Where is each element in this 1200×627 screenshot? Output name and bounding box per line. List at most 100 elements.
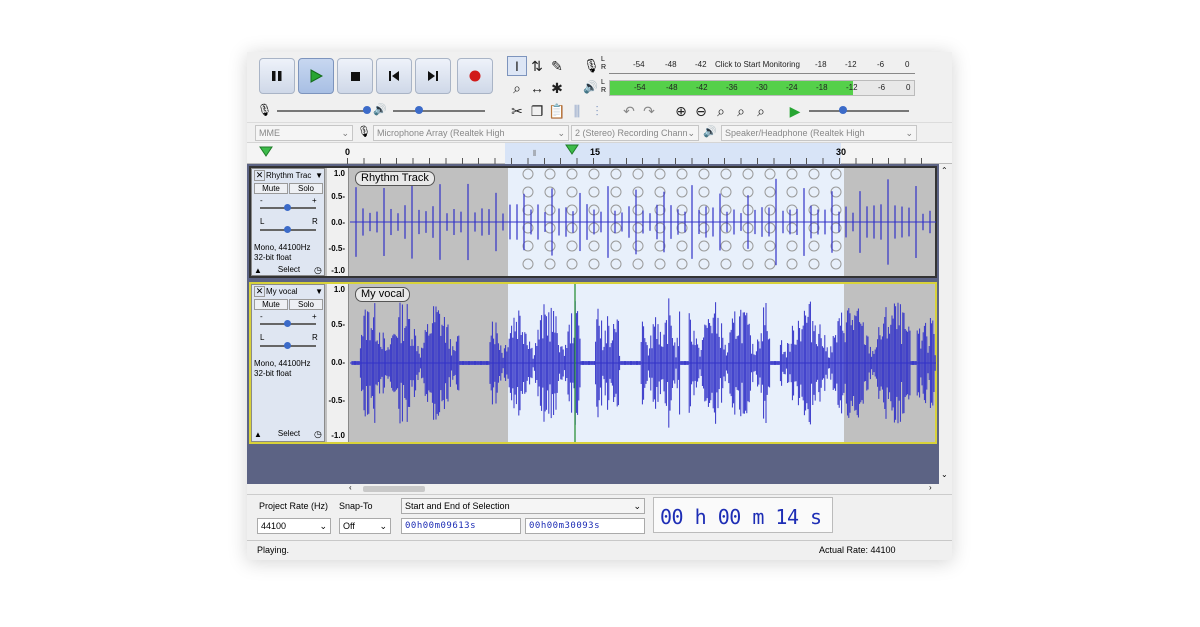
- play-meter[interactable]: -54 -48 -42 -36 -30 -24 -18 -12 -6 0: [609, 80, 915, 96]
- gain-slider[interactable]: [260, 204, 316, 211]
- clip-title-vocal[interactable]: My vocal: [355, 287, 411, 302]
- play-tick: -30: [756, 83, 768, 92]
- track-vocal: ✕ My vocal ▼ Mute Solo - + L R Mono, 4410…: [249, 282, 937, 444]
- chevron-down-icon: ⌄: [379, 521, 387, 531]
- gain-slider[interactable]: [260, 320, 316, 327]
- time-shift-tool-icon[interactable]: ↔: [527, 78, 547, 98]
- pan-left-label: L: [260, 333, 265, 342]
- solo-button[interactable]: Solo: [289, 299, 323, 310]
- zoom-out-icon[interactable]: ⊖: [691, 101, 711, 121]
- collapse-track-icon[interactable]: ▲: [254, 430, 262, 439]
- pan-slider[interactable]: [260, 342, 316, 349]
- paste-icon[interactable]: 📋: [547, 101, 567, 121]
- scale-label: -0.5-: [328, 244, 345, 253]
- monitor-prompt[interactable]: Click to Start Monitoring: [715, 60, 800, 69]
- pause-button[interactable]: [259, 58, 295, 94]
- skip-to-end-button[interactable]: [415, 58, 451, 94]
- scroll-up-icon[interactable]: ⌃: [941, 166, 948, 175]
- chevron-down-icon: ⌄: [557, 128, 565, 138]
- chevron-down-icon: ⌄: [319, 521, 327, 531]
- track-name-menu[interactable]: Rhythm Trac ▼: [266, 170, 324, 181]
- solo-button[interactable]: Solo: [289, 183, 323, 194]
- recording-device-dropdown[interactable]: Microphone Array (Realtek High ⌄: [373, 125, 569, 141]
- cut-icon[interactable]: ✂: [507, 101, 527, 121]
- skip-to-start-button[interactable]: [376, 58, 412, 94]
- tools-toolbar: I ⇅ ✎ ⌕ ↔ ✱: [503, 54, 575, 100]
- play-tick: -48: [666, 83, 678, 92]
- scale-label: 0.5-: [331, 192, 345, 201]
- track-name-menu[interactable]: My vocal ▼: [266, 286, 324, 297]
- slider-thumb[interactable]: [284, 226, 291, 233]
- playback-volume-slider[interactable]: [393, 106, 485, 114]
- play-speed-slider[interactable]: [809, 106, 909, 114]
- draw-tool-icon[interactable]: ✎: [547, 56, 567, 76]
- scale-label: 0.0-: [331, 358, 345, 367]
- project-rate-dropdown[interactable]: 44100 ⌄: [257, 518, 331, 534]
- select-track-button[interactable]: Select: [266, 429, 312, 440]
- scroll-left-icon[interactable]: ‹: [349, 483, 352, 492]
- pan-slider[interactable]: [260, 226, 316, 233]
- record-meter-icon[interactable]: 🎙: [583, 58, 600, 74]
- audio-position-time[interactable]: 00 h 00 m 14 s: [660, 505, 822, 529]
- slider-thumb[interactable]: [284, 342, 291, 349]
- waveform-vocal[interactable]: [350, 284, 936, 442]
- mute-button[interactable]: Mute: [254, 183, 288, 194]
- record-meter-scale[interactable]: -54 -48 -42 Click to Start Monitoring -1…: [609, 60, 915, 74]
- slider-thumb[interactable]: [363, 106, 371, 114]
- audio-host-dropdown[interactable]: MME ⌄: [255, 125, 353, 141]
- slider-thumb[interactable]: [839, 106, 847, 114]
- selection-end-time[interactable]: 00h00m30093s: [525, 518, 645, 534]
- slider-thumb[interactable]: [415, 106, 423, 114]
- selection-mode-dropdown[interactable]: Start and End of Selection ⌄: [401, 498, 645, 514]
- fit-project-icon[interactable]: ⌕: [731, 101, 751, 121]
- fit-selection-icon[interactable]: ⌕: [711, 101, 731, 121]
- envelope-tool-icon[interactable]: ⇅: [527, 56, 547, 76]
- record-button[interactable]: [457, 58, 493, 94]
- speaker-icon: 🔊: [703, 126, 717, 138]
- stop-icon: [350, 71, 360, 81]
- timeline-ruler[interactable]: ⫴ 0 15 30: [247, 142, 952, 164]
- scroll-down-icon[interactable]: ⌄: [941, 470, 948, 479]
- time-toolbar: 00 h 00 m 14 s: [653, 497, 833, 533]
- select-track-button[interactable]: Select: [266, 265, 312, 276]
- multi-tool-icon[interactable]: ✱: [547, 78, 567, 98]
- skip-to-end-icon: [428, 71, 438, 81]
- edit-toolbar: ✂ ❐ 📋 ⫼ ⫶: [503, 100, 613, 122]
- copy-icon[interactable]: ❐: [527, 101, 547, 121]
- trim-icon[interactable]: ⫼: [567, 101, 587, 121]
- slider-thumb[interactable]: [284, 320, 291, 327]
- play-tick: -18: [816, 83, 828, 92]
- playback-device-dropdown[interactable]: Speaker/Headphone (Realtek High ⌄: [721, 125, 917, 141]
- undo-icon[interactable]: ↶: [619, 101, 639, 121]
- play-start-marker-icon[interactable]: [259, 146, 273, 158]
- play-tick: -6: [878, 83, 886, 92]
- waveform-rhythm[interactable]: [350, 168, 936, 276]
- close-track-icon[interactable]: ✕: [254, 170, 265, 181]
- vertical-scrollbar[interactable]: ⌃ ⌄: [939, 164, 952, 484]
- zoom-in-icon[interactable]: ⊕: [671, 101, 691, 121]
- recording-channels-dropdown[interactable]: 2 (Stereo) Recording Chann ⌄: [571, 125, 699, 141]
- record-volume-slider[interactable]: [277, 106, 371, 114]
- slider-thumb[interactable]: [284, 204, 291, 211]
- scroll-thumb[interactable]: [363, 486, 425, 492]
- snap-to-dropdown[interactable]: Off ⌄: [339, 518, 391, 534]
- scroll-right-icon[interactable]: ›: [929, 483, 932, 492]
- play-meter-icon[interactable]: 🔊: [583, 80, 598, 94]
- zoom-tool-icon[interactable]: ⌕: [507, 78, 527, 98]
- close-track-icon[interactable]: ✕: [254, 286, 265, 297]
- clip-title-rhythm[interactable]: Rhythm Track: [355, 171, 435, 186]
- stop-button[interactable]: [337, 58, 373, 94]
- horizontal-scrollbar[interactable]: ‹ ›: [347, 483, 939, 494]
- mute-button[interactable]: Mute: [254, 299, 288, 310]
- collapse-track-icon[interactable]: ▲: [254, 266, 262, 275]
- redo-icon[interactable]: ↷: [639, 101, 659, 121]
- silence-icon[interactable]: ⫶: [587, 101, 607, 121]
- zoom-toggle-icon[interactable]: ⌕: [751, 101, 771, 121]
- pause-icon: [272, 71, 282, 81]
- play-at-speed-icon[interactable]: ▶: [785, 101, 805, 121]
- selection-tool-icon[interactable]: I: [507, 56, 527, 76]
- status-bar: Playing. Actual Rate: 44100: [247, 540, 952, 560]
- playhead-marker-icon[interactable]: [565, 144, 579, 156]
- selection-start-time[interactable]: 00h00m09613s: [401, 518, 521, 534]
- play-button[interactable]: [298, 58, 334, 94]
